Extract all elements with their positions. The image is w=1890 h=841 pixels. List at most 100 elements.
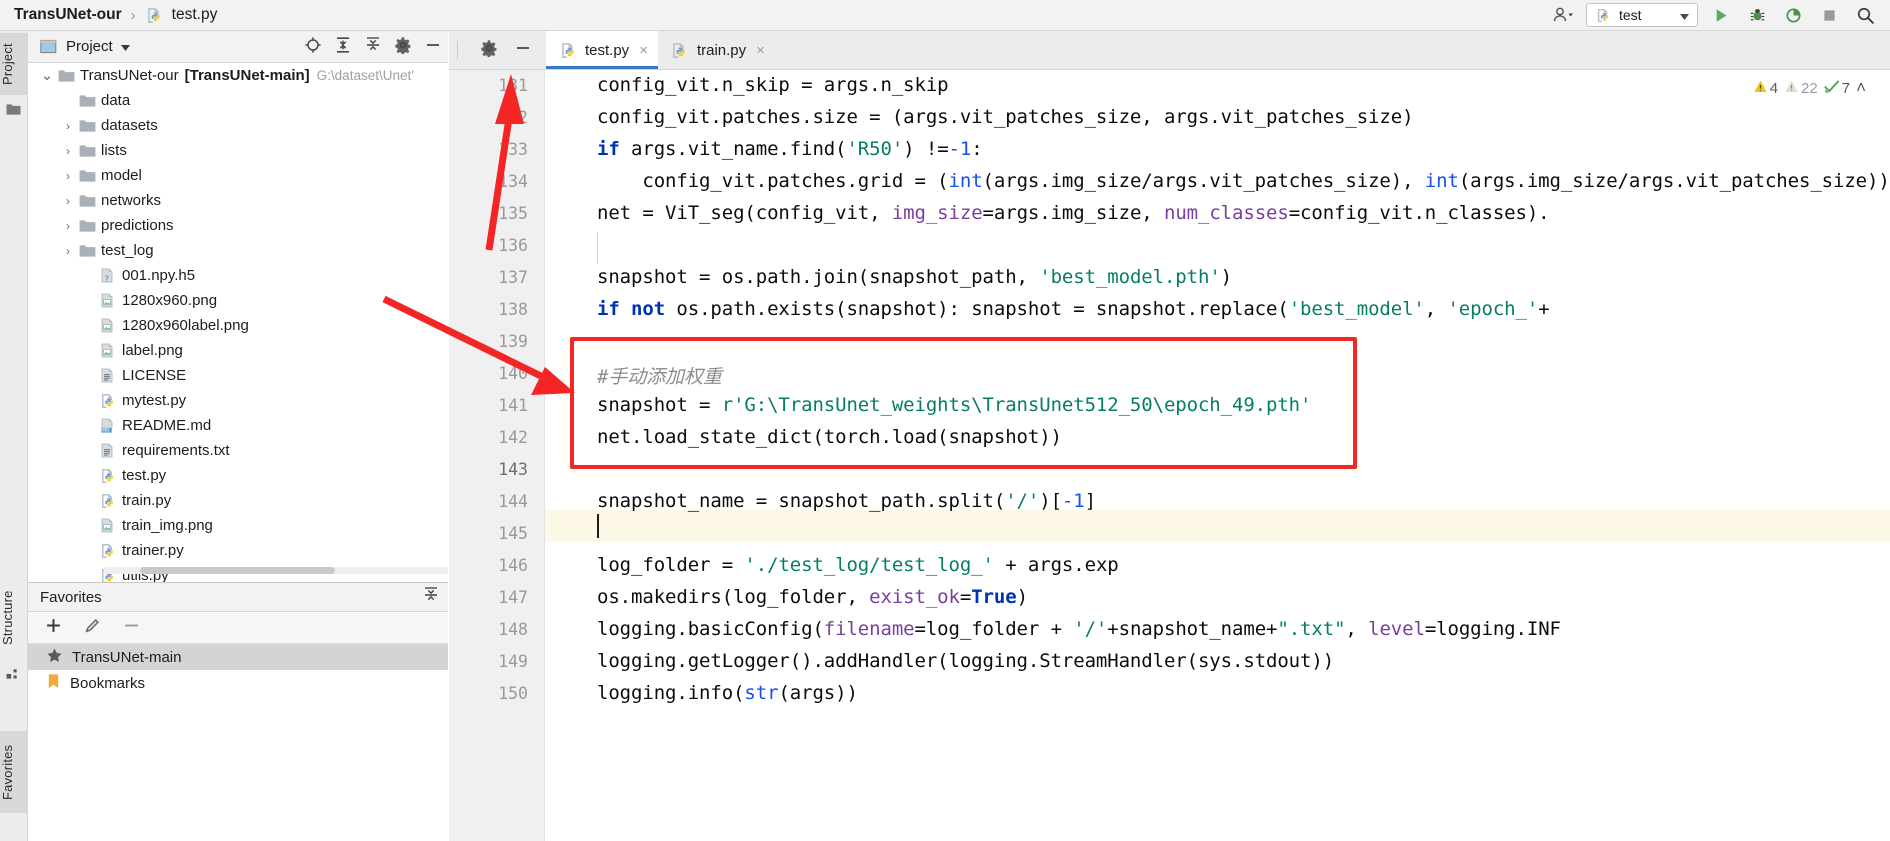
line-number-142[interactable]: 142 xyxy=(458,428,528,447)
code-line-135[interactable]: net = ViT_seg(config_vit, img_size=args.… xyxy=(597,202,1550,224)
add-icon[interactable] xyxy=(44,616,63,639)
collapse-all-icon[interactable] xyxy=(364,36,382,58)
code-line-144[interactable]: snapshot_name = snapshot_path.split('/')… xyxy=(597,490,1096,512)
code-line-138[interactable]: if not os.path.exists(snapshot): snapsho… xyxy=(597,298,1550,320)
settings-icon[interactable] xyxy=(480,39,498,61)
chevron-right-icon[interactable]: › xyxy=(59,119,77,133)
line-number-139[interactable]: 139 xyxy=(458,332,528,351)
line-number-147[interactable]: 147 xyxy=(458,588,528,607)
chevron-up-icon[interactable]: ˄ xyxy=(1856,78,1866,98)
user-icon[interactable] xyxy=(1550,3,1576,27)
tree-row-train-img-png[interactable]: train_img.png xyxy=(28,513,448,538)
tab-train-py[interactable]: train.py × xyxy=(658,31,775,69)
list-item[interactable]: Bookmarks xyxy=(28,670,448,696)
structure-icon[interactable] xyxy=(6,667,22,683)
tree-row-train-py[interactable]: train.py xyxy=(28,488,448,513)
tree-row-license[interactable]: LICENSE xyxy=(28,363,448,388)
tree-row-test-py[interactable]: test.py xyxy=(28,463,448,488)
chevron-right-icon[interactable]: › xyxy=(59,244,77,258)
collapse-all-icon[interactable] xyxy=(422,586,440,608)
coverage-icon[interactable] xyxy=(1780,3,1806,27)
run-configuration-selector[interactable]: test xyxy=(1586,3,1698,27)
tree-row-1280x960label-png[interactable]: 1280x960label.png xyxy=(28,313,448,338)
sidebar-item-project[interactable]: Project xyxy=(0,33,28,95)
line-number-136[interactable]: 136 xyxy=(458,236,528,255)
tree-row-predictions[interactable]: › predictions xyxy=(28,213,448,238)
debug-icon[interactable] xyxy=(1744,3,1770,27)
search-icon[interactable] xyxy=(1852,3,1878,27)
hide-panel-icon[interactable] xyxy=(424,36,442,58)
chevron-right-icon[interactable]: › xyxy=(59,144,77,158)
ok-count[interactable]: 7 xyxy=(1824,79,1850,98)
inspection-status-widget[interactable]: 4 22 7 ˄ xyxy=(1753,78,1866,98)
tree-horizontal-scrollbar[interactable] xyxy=(140,567,335,574)
warning-count[interactable]: 4 xyxy=(1753,79,1778,98)
tree-row-model[interactable]: › model xyxy=(28,163,448,188)
line-number-145[interactable]: 145 xyxy=(458,524,528,543)
tree-row-datasets[interactable]: › datasets xyxy=(28,113,448,138)
code-content[interactable]: config_vit.n_skip = args.n_skip config_v… xyxy=(545,70,1890,841)
code-line-142[interactable]: net.load_state_dict(torch.load(snapshot)… xyxy=(597,426,1062,448)
tree-row-label-png[interactable]: label.png xyxy=(28,338,448,363)
code-line-149[interactable]: logging.getLogger().addHandler(logging.S… xyxy=(597,650,1334,672)
tree-row-mytest-py[interactable]: mytest.py xyxy=(28,388,448,413)
breadcrumb-project[interactable]: TransUNet-our xyxy=(14,6,122,24)
line-number-133[interactable]: 133 xyxy=(458,140,528,159)
project-file-tree[interactable]: ⌄ TransUNet-our [TransUNet-main] G:\dataset… xyxy=(28,63,448,583)
tree-row-requirements-txt[interactable]: requirements.txt xyxy=(28,438,448,463)
weak-warning-count[interactable]: 22 xyxy=(1784,79,1818,98)
line-number-146[interactable]: 146 xyxy=(458,556,528,575)
code-line-134[interactable]: config_vit.patches.grid = (int(args.img_… xyxy=(597,170,1889,192)
line-number-149[interactable]: 149 xyxy=(458,652,528,671)
line-number-138[interactable]: 138 xyxy=(458,300,528,319)
code-line-133[interactable]: if args.vit_name.find('R50') !=-1: xyxy=(597,138,983,160)
tree-row-1280x960-png[interactable]: 1280x960.png xyxy=(28,288,448,313)
edit-icon[interactable] xyxy=(83,616,102,639)
close-icon[interactable]: × xyxy=(636,42,648,59)
chevron-right-icon[interactable]: › xyxy=(59,194,77,208)
favorites-list[interactable]: TransUNet-main Bookmarks xyxy=(28,644,448,841)
line-number-132[interactable]: 132 xyxy=(458,108,528,127)
breadcrumb-filename[interactable]: test.py xyxy=(172,6,218,24)
code-line-132[interactable]: config_vit.patches.size = (args.vit_patc… xyxy=(597,106,1414,128)
chevron-down-icon[interactable] xyxy=(120,38,130,55)
line-number-135[interactable]: 135 xyxy=(458,204,528,223)
tree-row-test-log[interactable]: › test_log xyxy=(28,238,448,263)
locate-icon[interactable] xyxy=(304,36,322,58)
line-number-141[interactable]: 141 xyxy=(458,396,528,415)
code-line-137[interactable]: snapshot = os.path.join(snapshot_path, '… xyxy=(597,266,1232,288)
line-number-131[interactable]: 131 xyxy=(458,76,528,95)
code-line-131[interactable]: config_vit.n_skip = args.n_skip xyxy=(597,74,949,96)
stop-icon[interactable] xyxy=(1816,3,1842,27)
line-number-144[interactable]: 144 xyxy=(458,492,528,511)
line-number-134[interactable]: 134 xyxy=(458,172,528,191)
code-line-140[interactable]: #手动添加权重 xyxy=(597,362,722,389)
tree-row-readme-md[interactable]: MD README.md xyxy=(28,413,448,438)
chevron-right-icon[interactable]: ⌄ xyxy=(38,68,56,83)
line-number-150[interactable]: 150 xyxy=(458,684,528,703)
code-editor[interactable]: 131 132 133 134 135 136 137 138 139 140 141 142 143 1… xyxy=(449,70,1890,841)
tree-row-transunet-our[interactable]: ⌄ TransUNet-our [TransUNet-main] G:\dataset… xyxy=(28,63,448,88)
code-line-141[interactable]: snapshot = r'G:\TransUnet_weights\TransU… xyxy=(597,394,1311,416)
settings-icon[interactable] xyxy=(394,36,412,58)
code-line-148[interactable]: logging.basicConfig(filename=log_folder … xyxy=(597,618,1561,640)
sidebar-item-structure[interactable]: Structure xyxy=(0,577,28,659)
expand-all-icon[interactable] xyxy=(334,36,352,58)
tree-row-networks[interactable]: › networks xyxy=(28,188,448,213)
close-icon[interactable]: × xyxy=(753,42,765,59)
hide-panel-icon[interactable] xyxy=(514,39,532,61)
chevron-right-icon[interactable]: › xyxy=(59,169,77,183)
line-number-140[interactable]: 140 xyxy=(458,364,528,383)
code-line-150[interactable]: logging.info(str(args)) xyxy=(597,682,858,704)
tree-row-001-npy-h5[interactable]: ? 001.npy.h5 xyxy=(28,263,448,288)
remove-icon[interactable] xyxy=(122,616,141,639)
chevron-right-icon[interactable]: › xyxy=(59,219,77,233)
code-line-146[interactable]: log_folder = './test_log/test_log_' + ar… xyxy=(597,554,1119,576)
list-item[interactable]: TransUNet-main xyxy=(28,644,448,670)
sidebar-item-favorites[interactable]: Favorites xyxy=(0,731,28,813)
tree-row-data[interactable]: data xyxy=(28,88,448,113)
line-number-148[interactable]: 148 xyxy=(458,620,528,639)
tree-row-lists[interactable]: › lists xyxy=(28,138,448,163)
chevron-down-icon[interactable] xyxy=(1680,7,1689,23)
line-number-143[interactable]: 143 xyxy=(458,460,528,479)
